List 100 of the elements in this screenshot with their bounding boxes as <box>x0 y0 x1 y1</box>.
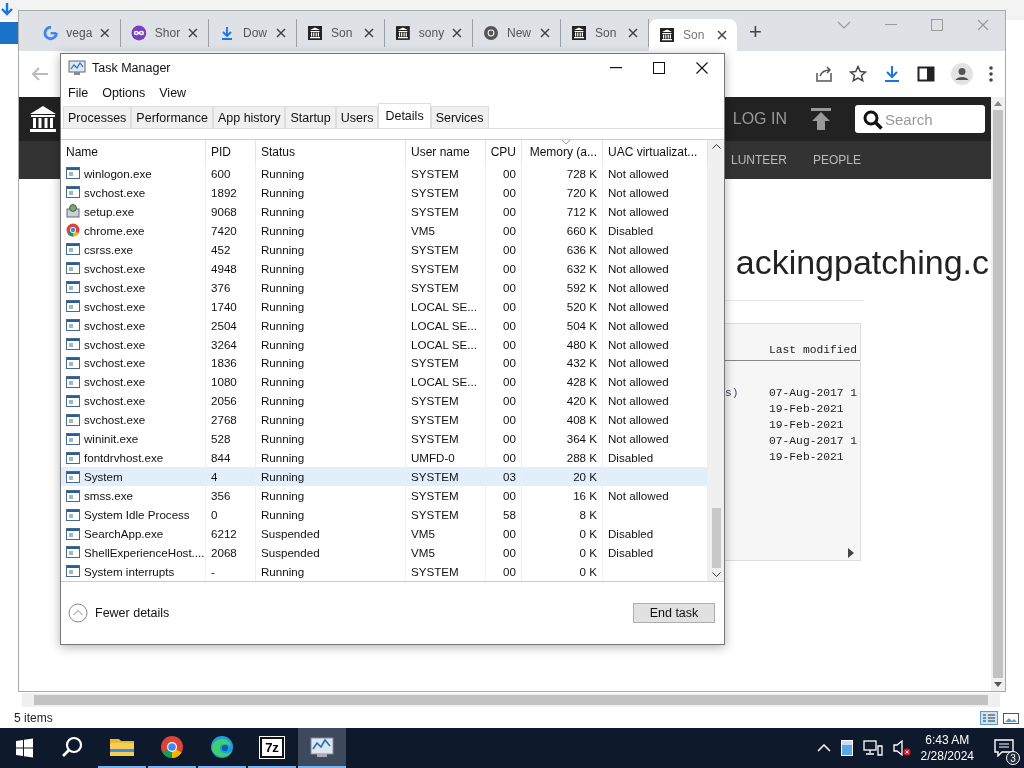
nav-link[interactable]: PEOPLE <box>812 153 861 167</box>
browser-tab[interactable]: vega <box>33 19 121 47</box>
storage-icon[interactable] <box>840 740 853 756</box>
browser-tab[interactable]: Son <box>297 19 385 47</box>
table-cell: 288 K <box>566 451 597 465</box>
network-icon[interactable] <box>862 740 883 756</box>
table-cell: Not allowed <box>608 337 669 351</box>
nav-link[interactable]: LUNTEER <box>730 153 787 167</box>
profile-icon[interactable] <box>951 63 973 85</box>
close-icon[interactable] <box>188 28 198 38</box>
column-header[interactable]: Name <box>61 140 206 164</box>
table-cell: 9068 <box>211 204 237 218</box>
window-icon <box>66 469 80 484</box>
side-panel-icon[interactable] <box>917 65 935 83</box>
menu-icon[interactable] <box>989 66 993 82</box>
search-field[interactable]: Search <box>855 105 985 133</box>
close-icon[interactable] <box>452 28 462 38</box>
window-icon <box>66 412 80 427</box>
chevron-up-icon[interactable] <box>816 744 831 752</box>
taskbar-app[interactable]: 7z <box>248 728 296 768</box>
maximize-icon[interactable] <box>653 62 665 74</box>
selected-row[interactable]: System 4 Running SYSTEM 03 20 K <box>61 467 708 487</box>
scroll-thumb[interactable] <box>34 695 988 705</box>
notification-badge: 3 <box>1006 751 1020 765</box>
table-cell: 0 K <box>579 564 597 578</box>
close-icon[interactable] <box>628 28 638 38</box>
table-cell: 1892 <box>211 185 237 199</box>
vertical-scrollbar[interactable] <box>708 140 724 581</box>
browser-tab[interactable]: New <box>473 19 561 47</box>
window-title: Task Manager <box>92 61 171 75</box>
table-cell: 2504 <box>211 318 237 332</box>
table-cell: SYSTEM <box>411 166 459 180</box>
table-cell: 00 <box>503 280 516 294</box>
window-icon <box>66 242 80 257</box>
menu-item[interactable]: File <box>68 86 89 100</box>
table-cell: System <box>84 470 123 484</box>
browser-tab[interactable]: sony <box>385 19 473 47</box>
column-header: Last modified <box>769 344 858 356</box>
table-cell: Not allowed <box>608 413 669 427</box>
column-header[interactable]: PID <box>206 140 256 164</box>
end-task-button[interactable]: End task <box>633 603 715 623</box>
tab[interactable]: Details <box>378 103 431 128</box>
table-cell: svchost.exe <box>84 261 146 275</box>
fewer-details-link[interactable]: Fewer details <box>68 603 170 623</box>
browser-tab[interactable]: Son <box>649 19 737 51</box>
browser-tab[interactable]: Dow <box>209 19 297 47</box>
horizontal-scrollbar[interactable] <box>22 693 1000 707</box>
window-icon <box>66 450 80 465</box>
window-icon <box>66 299 80 314</box>
table-cell: SYSTEM <box>411 204 459 218</box>
scroll-right-icon[interactable] <box>848 548 854 558</box>
date-text: 19-Feb-2021 <box>769 419 844 431</box>
table-cell: 0 K <box>579 546 597 559</box>
speaker-muted-icon[interactable] <box>892 740 911 756</box>
clock-time[interactable]: 6:43 AM <box>925 732 970 748</box>
new-tab-button[interactable]: + <box>749 19 762 45</box>
close-icon[interactable] <box>540 28 550 38</box>
share-icon[interactable] <box>815 65 833 83</box>
browser-tab[interactable]: Son <box>561 19 649 47</box>
login-link[interactable]: LOG IN <box>732 110 787 128</box>
column-header[interactable]: CPU <box>486 140 522 164</box>
menu-item[interactable]: View <box>159 86 187 100</box>
upload-icon[interactable] <box>811 108 831 130</box>
table-cell: fontdrvhost.exe <box>84 451 164 465</box>
museum-logo-icon[interactable] <box>29 105 57 133</box>
thumbnail-view-icon[interactable] <box>1002 711 1020 725</box>
download-icon[interactable] <box>883 65 901 83</box>
column-header[interactable]: User name <box>406 140 486 164</box>
tab[interactable]: Startup <box>285 106 336 128</box>
star-icon[interactable] <box>849 65 867 83</box>
vertical-scrollbar[interactable] <box>991 97 1005 691</box>
table-cell: 4948 <box>211 261 237 275</box>
table-cell: svchost.exe <box>84 394 146 408</box>
tab[interactable]: Performance <box>131 106 213 128</box>
date-text: 19-Feb-2021 <box>769 451 844 463</box>
window-icon <box>66 355 80 370</box>
tab[interactable]: Services <box>430 106 489 128</box>
menu-item[interactable]: Options <box>102 86 146 100</box>
link-text[interactable]: s) <box>725 387 769 399</box>
tab[interactable]: Processes <box>63 106 132 128</box>
table-cell: System interrupts <box>84 564 175 578</box>
table-cell: 00 <box>503 564 516 578</box>
table-cell: Running <box>261 242 305 256</box>
date-text: 07-Aug-2017 1 <box>769 435 858 447</box>
clock-date[interactable]: 2/28/2024 <box>920 748 974 764</box>
close-icon[interactable] <box>364 28 374 38</box>
column-header[interactable]: Memory (a... <box>522 140 603 164</box>
close-icon[interactable] <box>696 62 708 74</box>
tab[interactable]: Users <box>335 106 379 128</box>
tab[interactable]: App history <box>212 106 286 128</box>
table-cell: 00 <box>503 242 516 256</box>
taskbar-app[interactable] <box>298 728 346 768</box>
scroll-thumb[interactable] <box>993 110 1003 678</box>
close-icon[interactable] <box>717 30 727 40</box>
close-icon[interactable] <box>100 28 110 38</box>
browser-tab[interactable]: Shor <box>121 19 209 47</box>
minimize-icon[interactable] <box>610 67 622 69</box>
close-icon[interactable] <box>276 28 286 38</box>
scroll-thumb[interactable] <box>711 508 721 568</box>
column-header[interactable]: Status <box>256 140 406 164</box>
